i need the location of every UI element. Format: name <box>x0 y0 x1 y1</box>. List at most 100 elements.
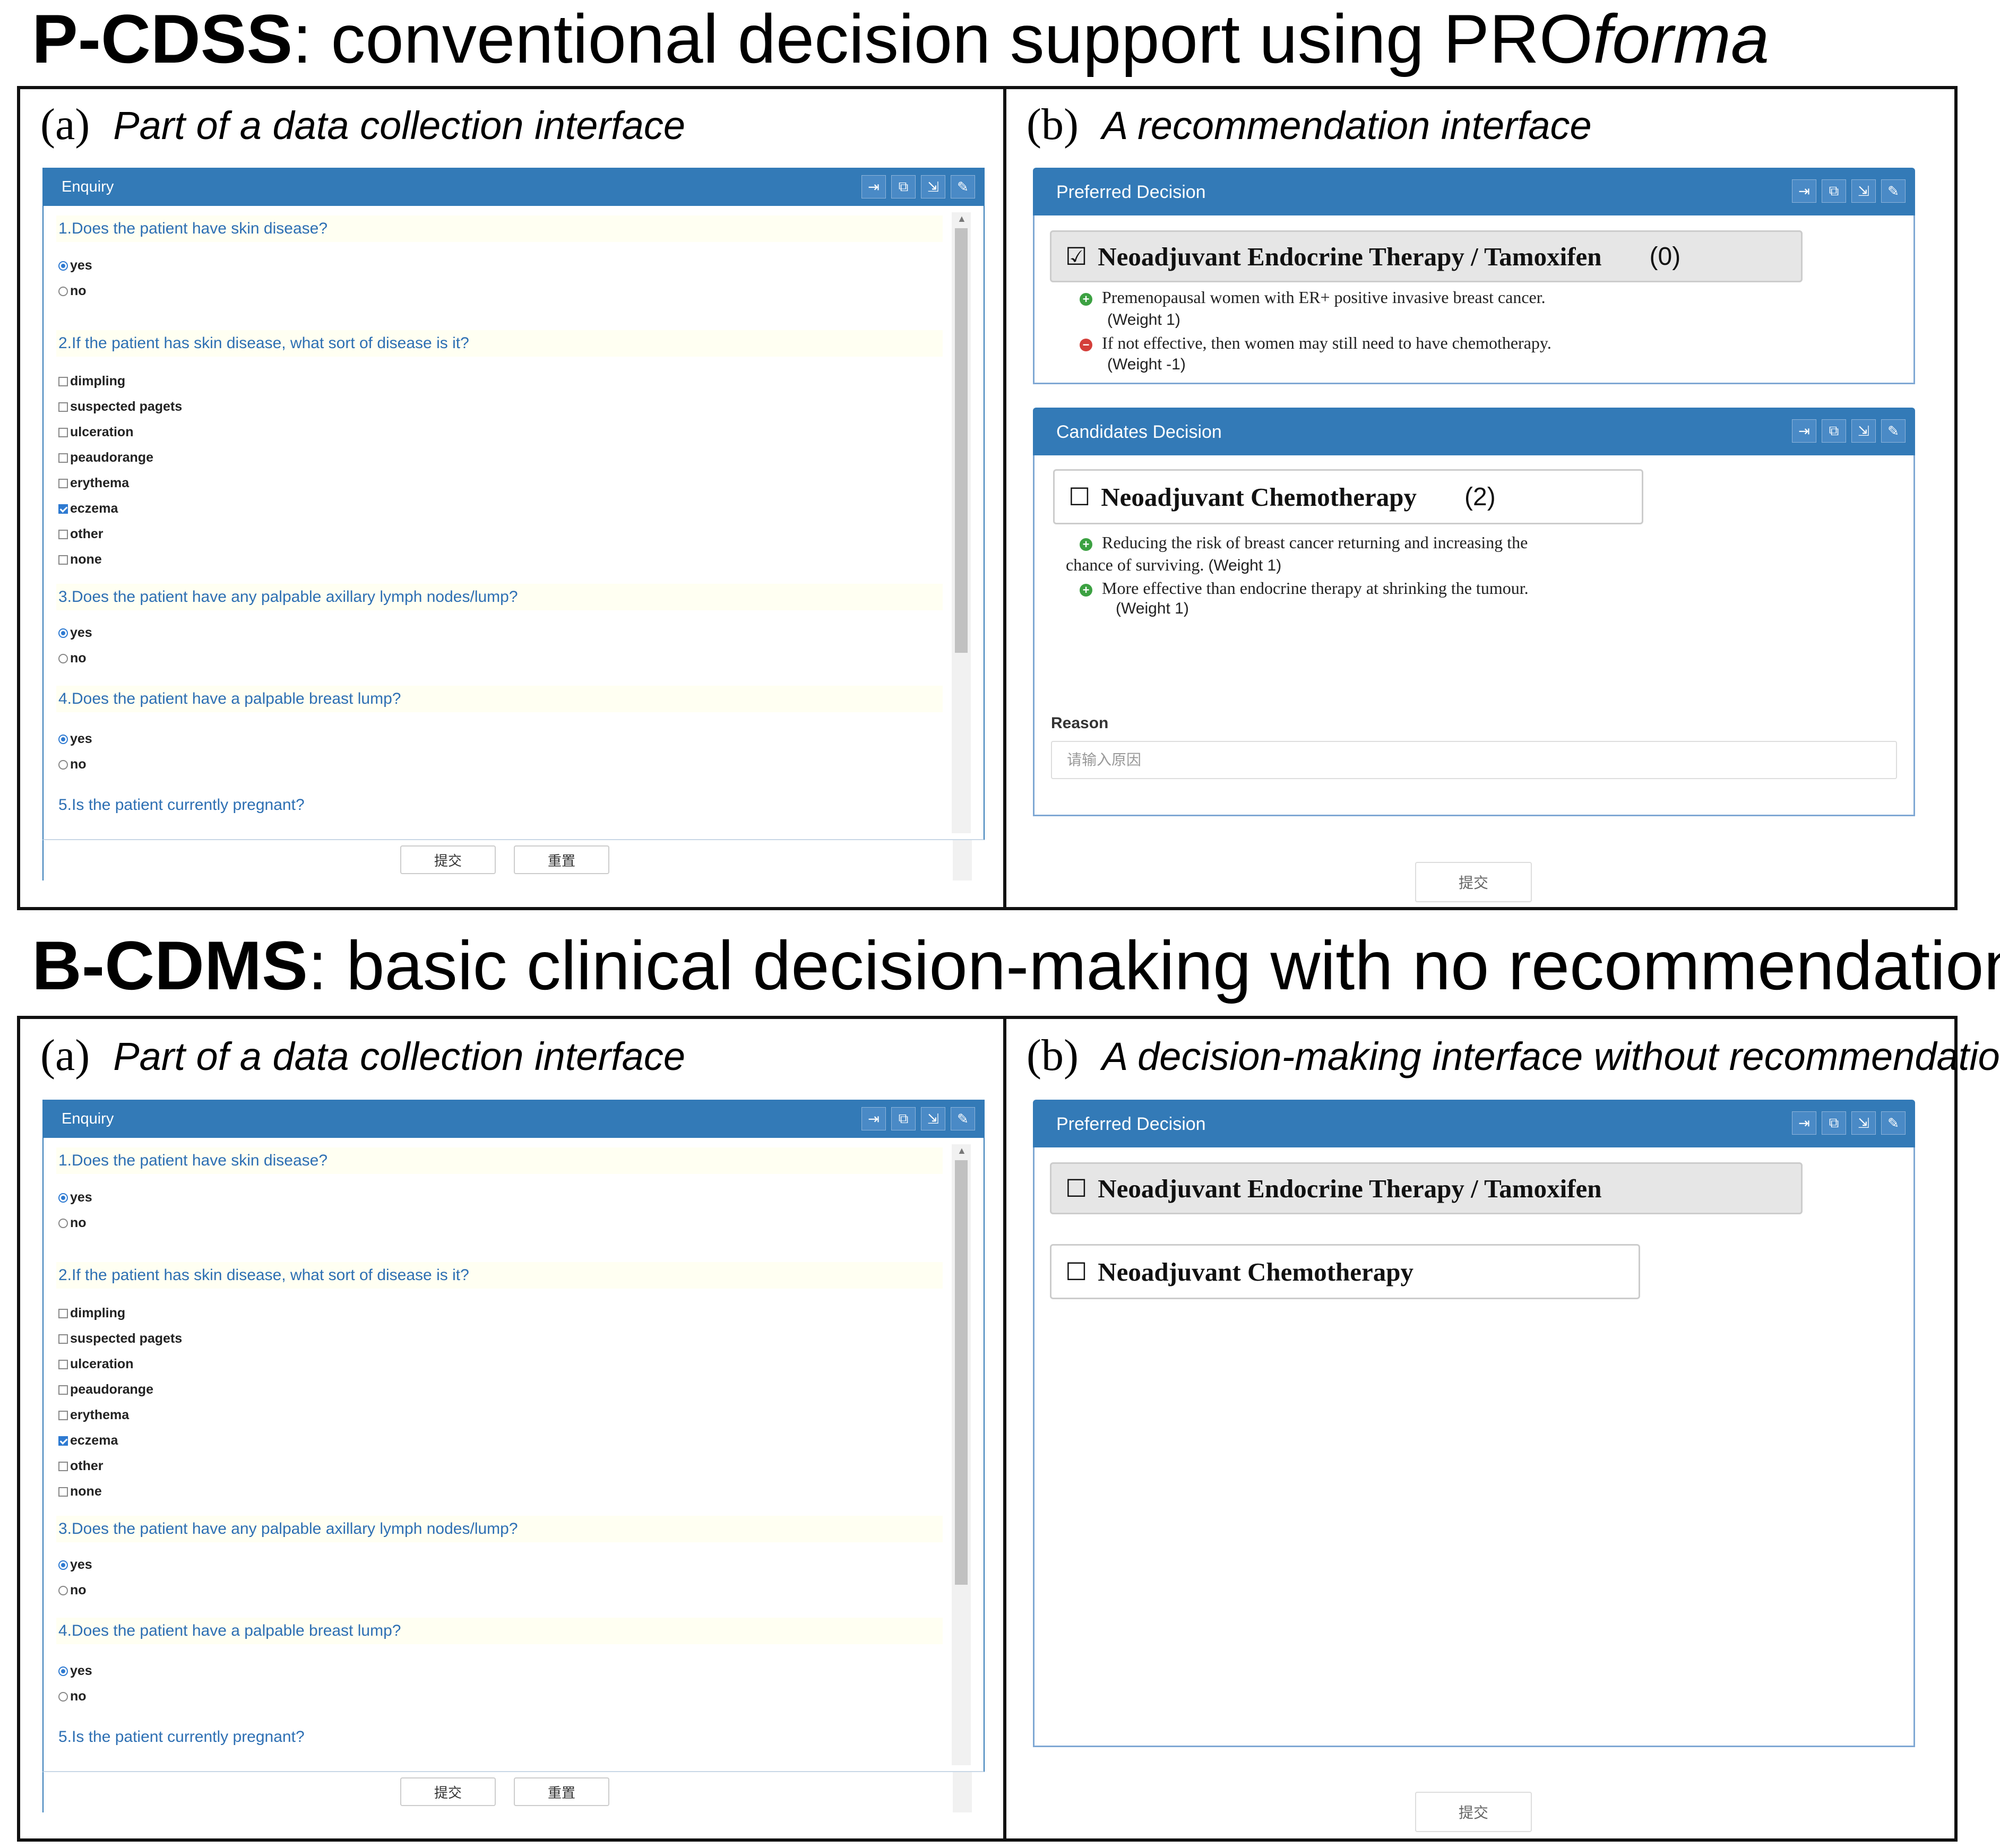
edit-icon[interactable]: ✎ <box>951 1107 975 1130</box>
option-score: (0) <box>1649 242 1681 271</box>
enquiry-body: 1.Does the patient have skin disease? ye… <box>42 206 985 840</box>
edit-icon[interactable]: ✎ <box>1881 1111 1906 1135</box>
disease-option[interactable]: peaudorange <box>58 450 153 465</box>
section-title-bcdms: B-CDMS: basic clinical decision-making w… <box>32 927 2000 1004</box>
disease-option[interactable]: suspected pagets <box>58 399 182 414</box>
preferred-decision-body <box>1033 1147 1915 1747</box>
q4-no-option[interactable]: no <box>58 757 87 772</box>
disease-option[interactable]: erythema <box>58 1407 129 1423</box>
disease-option[interactable]: peaudorange <box>58 1382 153 1397</box>
bottom-left-caption: (a) Part of a data collection interface <box>40 1031 685 1080</box>
q1-no-option[interactable]: no <box>58 1215 87 1231</box>
question-3: 3.Does the patient have any palpable axi… <box>56 1516 943 1542</box>
top-left-caption: (a) Part of a data collection interface <box>40 100 685 149</box>
disease-option-checked[interactable]: eczema <box>58 501 118 516</box>
pro-argument: + Premenopausal women with ER+ positive i… <box>1080 288 1546 307</box>
scrollbar[interactable]: ▲ <box>952 212 971 833</box>
export-icon[interactable]: ⇥ <box>861 1107 886 1130</box>
disease-option[interactable]: ulceration <box>58 425 133 440</box>
pro-argument: + Reducing the risk of breast cancer retu… <box>1080 533 1528 552</box>
option-endocrine[interactable]: ☐ Neoadjuvant Endocrine Therapy / Tamoxi… <box>1050 1162 1803 1214</box>
q4-no-option[interactable]: no <box>58 1689 87 1704</box>
unchecked-box-icon[interactable]: ☐ <box>1068 482 1090 511</box>
question-1: 1.Does the patient have skin disease? <box>56 1147 943 1174</box>
unchecked-box-icon[interactable]: ☐ <box>1065 1174 1087 1203</box>
copy-icon[interactable]: ⧉ <box>1822 419 1846 443</box>
question-2: 2.If the patient has skin disease, what … <box>56 330 943 357</box>
submit-button[interactable]: 提交 <box>400 1777 496 1806</box>
export-icon[interactable]: ⇥ <box>861 175 886 198</box>
q4-yes-option[interactable]: yes <box>58 731 92 747</box>
edit-icon[interactable]: ✎ <box>1881 419 1906 443</box>
pro-argument: + More effective than endocrine therapy a… <box>1080 578 1529 598</box>
copy-icon[interactable]: ⧉ <box>891 1107 916 1130</box>
enquiry-panel-top: Enquiry ⇥ ⧉ ⇲ ✎ 1.Does the patient have … <box>42 168 985 880</box>
candidate-option-chemotherapy[interactable]: ☐ Neoadjuvant Chemotherapy (2) <box>1053 469 1643 524</box>
signout-icon[interactable]: ⇲ <box>1851 1111 1876 1135</box>
signout-icon[interactable]: ⇲ <box>921 175 945 198</box>
submit-button[interactable]: 提交 <box>1415 1792 1532 1832</box>
disease-option[interactable]: dimpling <box>58 374 125 389</box>
unchecked-box-icon[interactable]: ☐ <box>1065 1257 1087 1286</box>
reset-button[interactable]: 重置 <box>514 845 609 874</box>
export-icon[interactable]: ⇥ <box>1792 179 1816 203</box>
disease-option[interactable]: suspected pagets <box>58 1331 182 1346</box>
question-2: 2.If the patient has skin disease, what … <box>56 1262 943 1289</box>
disease-option[interactable]: none <box>58 1484 102 1499</box>
export-icon[interactable]: ⇥ <box>1792 1111 1816 1135</box>
enquiry-body: 1.Does the patient have skin disease? ye… <box>42 1138 985 1772</box>
checked-box-icon[interactable]: ☑ <box>1065 242 1087 271</box>
disease-option[interactable]: other <box>58 526 104 542</box>
enquiry-footer: 提交 重置 <box>42 1772 985 1812</box>
preferred-option-endocrine[interactable]: ☑ Neoadjuvant Endocrine Therapy / Tamoxi… <box>1050 230 1803 282</box>
question-4: 4.Does the patient have a palpable breas… <box>56 686 943 712</box>
disease-option[interactable]: erythema <box>58 476 129 491</box>
copy-icon[interactable]: ⧉ <box>1822 1111 1846 1135</box>
signout-icon[interactable]: ⇲ <box>1851 179 1876 203</box>
preferred-decision-header: Preferred Decision ⇥ ⧉ ⇲ ✎ <box>1033 1100 1915 1147</box>
signout-icon[interactable]: ⇲ <box>1851 419 1876 443</box>
argument-weight: (Weight 1) <box>1116 600 1189 617</box>
edit-icon[interactable]: ✎ <box>1881 179 1906 203</box>
submit-button[interactable]: 提交 <box>400 845 496 874</box>
signout-icon[interactable]: ⇲ <box>921 1107 945 1130</box>
question-5: 5.Is the patient currently pregnant? <box>58 796 305 814</box>
question-3: 3.Does the patient have any palpable axi… <box>56 584 943 610</box>
radio <box>58 286 68 296</box>
disease-option[interactable]: ulceration <box>58 1357 133 1372</box>
disease-option-checked[interactable]: eczema <box>58 1433 118 1448</box>
plus-icon: + <box>1080 583 1092 597</box>
question-5: 5.Is the patient currently pregnant? <box>58 1728 305 1746</box>
q1-no-option[interactable]: no <box>58 283 87 299</box>
q3-no-option[interactable]: no <box>58 1583 87 1598</box>
copy-icon[interactable]: ⧉ <box>1822 179 1846 203</box>
q4-yes-option[interactable]: yes <box>58 1663 92 1679</box>
edit-icon[interactable]: ✎ <box>951 175 975 198</box>
scrollbar[interactable]: ▲ <box>952 1144 971 1765</box>
question-1: 1.Does the patient have skin disease? <box>56 215 943 242</box>
q3-yes-option[interactable]: yes <box>58 1557 92 1573</box>
q1-yes-option[interactable]: yes <box>58 258 92 273</box>
candidates-decision-header: Candidates Decision ⇥ ⧉ ⇲ ✎ <box>1033 408 1915 455</box>
submit-button[interactable]: 提交 <box>1415 862 1532 902</box>
radio-selected <box>58 261 68 271</box>
disease-option[interactable]: other <box>58 1458 104 1474</box>
copy-icon[interactable]: ⧉ <box>891 175 916 198</box>
minus-icon: − <box>1080 338 1092 351</box>
reset-button[interactable]: 重置 <box>514 1777 609 1806</box>
argument-weight: (Weight -1) <box>1107 356 1186 373</box>
q3-yes-option[interactable]: yes <box>58 625 92 641</box>
reason-input[interactable]: 请输入原因 <box>1051 741 1897 779</box>
disease-option[interactable]: none <box>58 552 102 567</box>
enquiry-footer: 提交 重置 <box>42 840 985 880</box>
option-chemotherapy[interactable]: ☐ Neoadjuvant Chemotherapy <box>1050 1244 1640 1299</box>
preferred-decision-header: Preferred Decision ⇥ ⧉ ⇲ ✎ <box>1033 168 1915 215</box>
q1-yes-option[interactable]: yes <box>58 1190 92 1205</box>
option-score: (2) <box>1464 482 1496 511</box>
pro-argument-cont: chance of surviving. (Weight 1) <box>1066 555 1282 574</box>
q3-no-option[interactable]: no <box>58 651 87 666</box>
export-icon[interactable]: ⇥ <box>1792 419 1816 443</box>
disease-option[interactable]: dimpling <box>58 1306 125 1321</box>
top-right-caption: (b) A recommendation interface <box>1027 100 1592 149</box>
plus-icon: + <box>1080 292 1092 306</box>
